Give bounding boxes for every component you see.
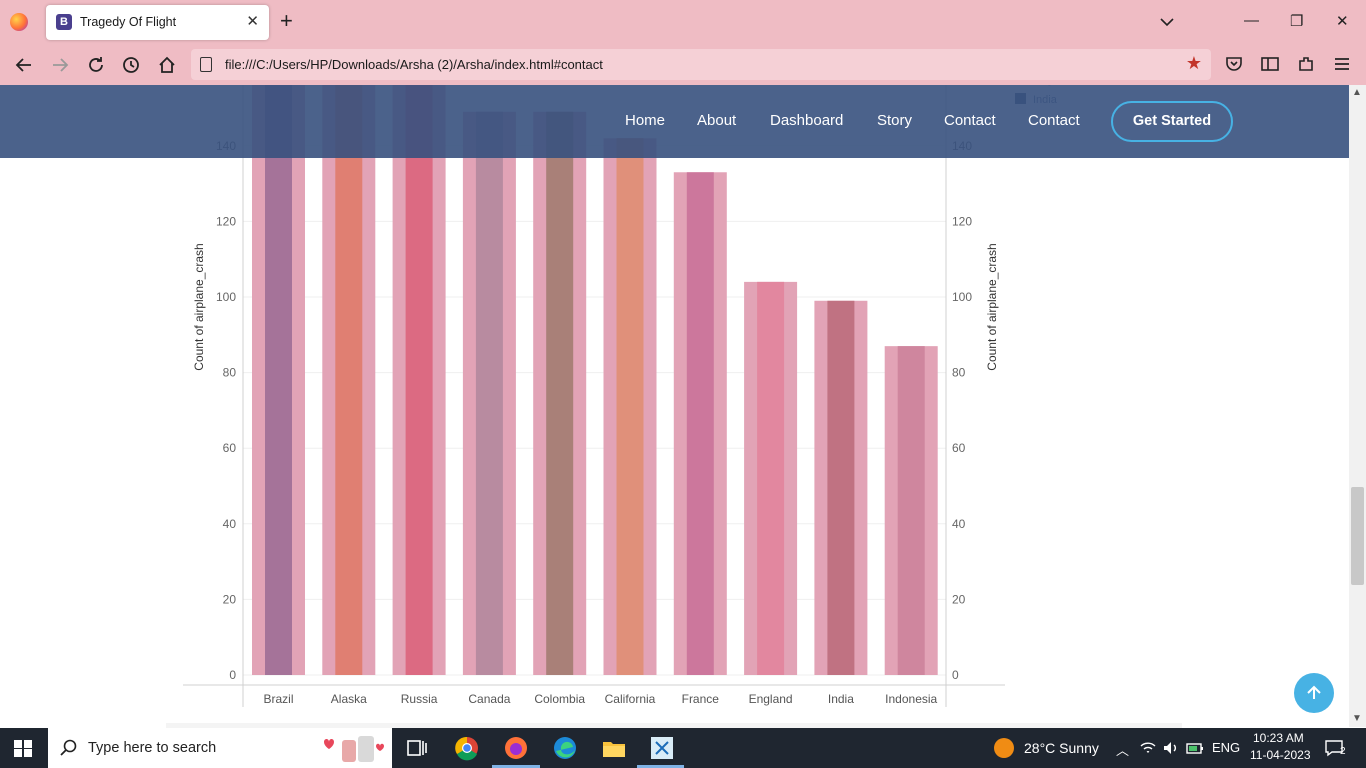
search-placeholder: Type here to search xyxy=(88,740,217,756)
x-tick-label: India xyxy=(828,692,854,706)
reader-view-icon[interactable] xyxy=(1260,54,1280,74)
extensions-icon[interactable] xyxy=(1296,54,1316,74)
address-bar[interactable]: file:///C:/Users/HP/Downloads/Arsha (2)/… xyxy=(191,49,1211,80)
close-window-icon[interactable]: ✕ xyxy=(1336,12,1349,30)
x-tick-label: Colombia xyxy=(534,692,585,706)
battery-icon[interactable] xyxy=(1186,740,1204,756)
forward-icon[interactable] xyxy=(49,54,71,76)
y-axis-title-left: Count of airplane_crash xyxy=(192,243,206,370)
show-hidden-icons[interactable]: ︿ xyxy=(1116,740,1129,759)
browser-nav-bar: file:///C:/Users/HP/Downloads/Arsha (2)/… xyxy=(0,44,1366,85)
browser-tab-bar: B Tragedy Of Flight ✕ + — ❐ ✕ xyxy=(0,0,1366,44)
nav-link-story[interactable]: Story xyxy=(877,112,912,129)
y-tick-label-right: 40 xyxy=(952,517,966,531)
y-tick-label-right: 0 xyxy=(952,668,959,682)
y-tick-label-left: 120 xyxy=(216,214,236,228)
minimize-icon[interactable]: — xyxy=(1244,12,1259,29)
back-to-top-button[interactable] xyxy=(1294,673,1334,713)
get-started-button[interactable]: Get Started xyxy=(1111,101,1233,142)
y-tick-label-left: 60 xyxy=(223,441,237,455)
bar-inner xyxy=(265,85,292,675)
tab-favicon-icon: B xyxy=(56,14,72,30)
snipping-tool-icon[interactable] xyxy=(648,734,676,762)
x-tick-label: Alaska xyxy=(331,692,367,706)
restore-icon[interactable]: ❐ xyxy=(1290,12,1303,30)
nav-link-dashboard[interactable]: Dashboard xyxy=(770,112,843,129)
volume-icon[interactable] xyxy=(1162,740,1180,756)
y-axis-title-right: Count of airplane_crash xyxy=(985,243,999,370)
nav-link-home[interactable]: Home xyxy=(625,112,665,129)
wifi-icon[interactable] xyxy=(1140,741,1156,755)
pocket-icon[interactable] xyxy=(1224,54,1244,74)
search-icon xyxy=(60,739,77,756)
y-tick-label-left: 20 xyxy=(223,592,237,606)
windows-start-icon[interactable] xyxy=(14,740,32,757)
back-icon[interactable] xyxy=(13,54,35,76)
bar-inner xyxy=(616,138,644,676)
y-tick-label-left: 80 xyxy=(223,366,237,380)
y-tick-label-left: 100 xyxy=(216,290,236,304)
home-icon[interactable] xyxy=(156,54,178,76)
task-view-icon[interactable] xyxy=(403,734,431,762)
bar-inner xyxy=(827,300,855,675)
page-icon xyxy=(200,57,212,72)
windows-taskbar: Type here to search 28°C Sunny ︿ ENG 10:… xyxy=(0,728,1366,768)
arrow-up-icon xyxy=(1307,685,1321,699)
x-tick-label: Brazil xyxy=(263,692,293,706)
x-tick-label: Russia xyxy=(401,692,438,706)
y-tick-label-right: 120 xyxy=(952,214,972,228)
reload-icon[interactable] xyxy=(85,54,107,76)
firefox-menu-icon[interactable] xyxy=(10,13,28,31)
x-tick-label: Canada xyxy=(468,692,510,706)
y-tick-label-left: 0 xyxy=(229,668,236,682)
bar-inner xyxy=(475,111,503,675)
tab-title: Tragedy Of Flight xyxy=(80,15,177,29)
bar-inner xyxy=(405,85,433,675)
y-tick-label-right: 20 xyxy=(952,592,966,606)
x-tick-label: France xyxy=(682,692,720,706)
file-explorer-icon[interactable] xyxy=(600,734,628,762)
weather-text[interactable]: 28°C Sunny xyxy=(1024,740,1099,756)
nav-link-contact-2[interactable]: Contact xyxy=(1028,112,1080,129)
y-tick-label-right: 60 xyxy=(952,441,966,455)
list-all-tabs-icon[interactable] xyxy=(1157,12,1177,32)
browser-tab-active[interactable]: B Tragedy Of Flight ✕ xyxy=(46,5,269,40)
clock-date[interactable]: 11-04-2023 xyxy=(1250,748,1311,762)
edge-icon[interactable] xyxy=(551,734,579,762)
bar-inner xyxy=(335,85,363,675)
bar-inner xyxy=(686,172,714,675)
firefox-taskbar-icon[interactable] xyxy=(502,734,530,762)
site-header: Home About Dashboard Story Contact Conta… xyxy=(0,85,1349,158)
language-indicator[interactable]: ENG xyxy=(1212,740,1240,755)
bar-inner xyxy=(546,111,574,675)
history-icon[interactable] xyxy=(120,54,142,76)
y-tick-label-left: 40 xyxy=(223,517,237,531)
scroll-thumb[interactable] xyxy=(1351,487,1364,585)
bookmark-star-icon[interactable]: ★ xyxy=(1186,53,1202,74)
scroll-down-icon[interactable]: ▼ xyxy=(1352,713,1362,724)
nav-link-about[interactable]: About xyxy=(697,112,736,129)
url-text[interactable]: file:///C:/Users/HP/Downloads/Arsha (2)/… xyxy=(225,57,603,72)
weather-sun-icon[interactable] xyxy=(994,738,1014,758)
hamburger-menu-icon[interactable] xyxy=(1332,54,1352,74)
x-tick-label: California xyxy=(605,692,656,706)
airplane-crash-bar-chart: 002020404060608080100100120120140140Coun… xyxy=(183,85,1073,707)
x-tick-label: Indonesia xyxy=(885,692,937,706)
search-highlight-luggage-icon xyxy=(324,736,384,762)
clock-time[interactable]: 10:23 AM xyxy=(1253,731,1304,745)
bar-inner xyxy=(757,281,785,675)
y-tick-label-right: 100 xyxy=(952,290,972,304)
scroll-up-icon[interactable]: ▲ xyxy=(1352,87,1362,98)
taskbar-search-box[interactable]: Type here to search xyxy=(48,728,392,768)
chrome-icon[interactable] xyxy=(453,734,481,762)
page-viewport: 002020404060608080100100120120140140Coun… xyxy=(0,85,1349,727)
y-tick-label-right: 80 xyxy=(952,366,966,380)
page-scrollbar[interactable]: ▲ ▼ xyxy=(1349,85,1366,727)
close-tab-icon[interactable]: ✕ xyxy=(246,12,259,30)
bar-inner xyxy=(897,346,925,675)
new-tab-button[interactable]: + xyxy=(280,9,293,33)
nav-link-contact[interactable]: Contact xyxy=(944,112,996,129)
x-tick-label: England xyxy=(749,692,793,706)
notification-count: 2 xyxy=(1340,746,1346,757)
